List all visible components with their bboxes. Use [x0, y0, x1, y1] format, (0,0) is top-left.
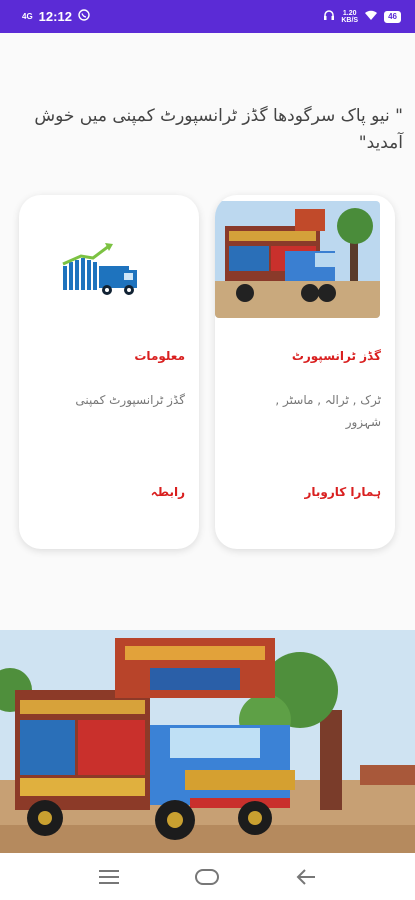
our-business-link[interactable]: ہمارا کاروبار [304, 485, 381, 499]
truck-photo [215, 201, 380, 318]
card-title: گڈز ٹرانسپورٹ [291, 349, 381, 363]
whatsapp-icon [78, 9, 90, 24]
welcome-heading: " نیو پاک سرگودھا گڈز ٹرانسپورٹ کمپنی می… [34, 106, 403, 153]
truck-banner-image [0, 630, 415, 856]
wifi-icon [364, 9, 378, 24]
contact-link[interactable]: رابطہ [151, 485, 185, 499]
home-icon[interactable] [192, 862, 222, 892]
network-indicator: 4G [22, 11, 33, 21]
battery-indicator: 46 [384, 10, 401, 23]
menu-icon[interactable] [94, 862, 124, 892]
card-information[interactable]: معلومات گڈز ٹرانسپورٹ کمپنی رابطہ [19, 195, 199, 549]
status-bar: 4G 12:12 1.20 KB/S 46 [0, 0, 415, 33]
card-goods-transport[interactable]: گڈز ٹرانسپورٹ ٹرک , ٹرالہ , ماسٹر , شہزو… [215, 195, 395, 549]
card-title: معلومات [134, 349, 185, 363]
back-icon[interactable] [291, 862, 321, 892]
card-description: ٹرک , ٹرالہ , ماسٹر , شہزور [275, 393, 381, 429]
card-description: گڈز ٹرانسپورٹ کمپنی [75, 393, 185, 407]
headset-icon [323, 9, 335, 24]
truck-growth-chart-icon [61, 240, 141, 300]
main-content: " نیو پاک سرگودھا گڈز ٹرانسپورٹ کمپنی می… [0, 33, 415, 856]
network-speed: 1.20 KB/S [341, 9, 359, 24]
system-nav-bar [0, 853, 415, 900]
status-time: 12:12 [38, 9, 72, 24]
